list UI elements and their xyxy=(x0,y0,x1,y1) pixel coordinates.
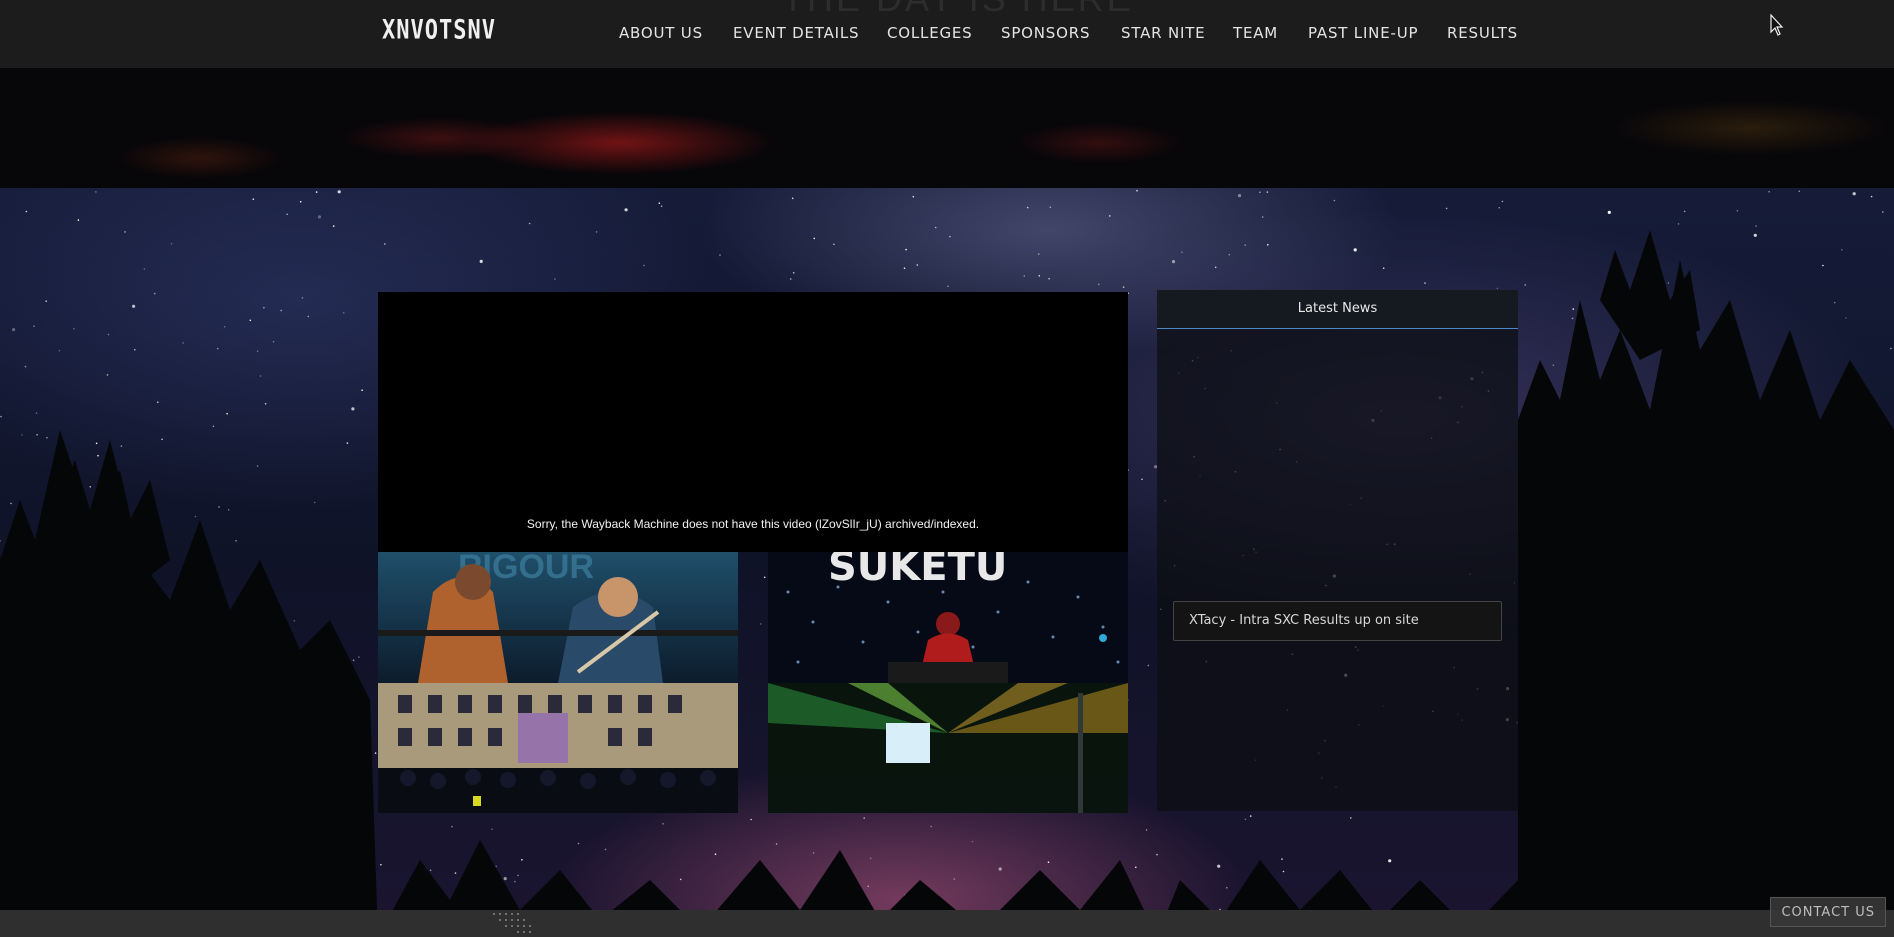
news-title: Latest News xyxy=(1297,301,1378,316)
gallery-thumb-stage[interactable] xyxy=(768,683,1128,813)
gallery-thumb-college[interactable] xyxy=(378,683,738,813)
dj-stage-photo-icon: SUKETU xyxy=(768,552,1128,683)
nav-item-about-us[interactable]: ABOUT US xyxy=(619,24,703,42)
dotted-map-icon xyxy=(493,913,531,933)
gallery-thumb-band[interactable]: RIGOUR xyxy=(378,552,738,683)
contact-us-button[interactable]: CONTACT US xyxy=(1770,897,1886,927)
college-crowd-photo-icon xyxy=(378,683,738,813)
nav-item-results[interactable]: RESULTS xyxy=(1447,24,1518,42)
concert-band-photo-icon: RIGOUR xyxy=(378,552,738,683)
mouse-cursor-icon xyxy=(1770,14,1784,36)
news-item[interactable]: XTacy - Intra SXC Results up on site xyxy=(1173,601,1502,641)
hero-title-ghost: THE DAY IS HERE xyxy=(782,0,1134,20)
nav-item-sponsors[interactable]: SPONSORS xyxy=(1001,24,1090,42)
nav-item-past-line-up[interactable]: PAST LINE-UP xyxy=(1308,24,1418,42)
hero-banner-strip xyxy=(0,68,1894,188)
nav-item-event-details[interactable]: EVENT DETAILS xyxy=(733,24,859,42)
site-logo[interactable]: XNVOTSNV xyxy=(382,15,496,45)
footer-bar xyxy=(0,910,1894,937)
nav-item-star-nite[interactable]: STAR NITE xyxy=(1121,24,1205,42)
top-navbar: THE DAY IS HERE XNVOTSNV ABOUT US EVENT … xyxy=(0,0,1894,68)
suketu-text-overlay: SUKETU xyxy=(828,552,1007,590)
laser-stage-photo-icon xyxy=(768,683,1128,813)
gallery-thumb-dj[interactable]: SUKETU xyxy=(768,552,1128,683)
news-item-text: XTacy - Intra SXC Results up on site xyxy=(1189,613,1419,628)
video-player[interactable]: Sorry, the Wayback Machine does not have… xyxy=(378,292,1128,552)
nav-item-colleges[interactable]: COLLEGES xyxy=(887,24,973,42)
latest-news-panel: Latest News XTacy - Intra SXC Results up… xyxy=(1157,290,1518,811)
video-unavailable-message: Sorry, the Wayback Machine does not have… xyxy=(526,517,980,531)
nav-item-team[interactable]: TEAM xyxy=(1233,24,1278,42)
news-header: Latest News xyxy=(1157,290,1518,329)
